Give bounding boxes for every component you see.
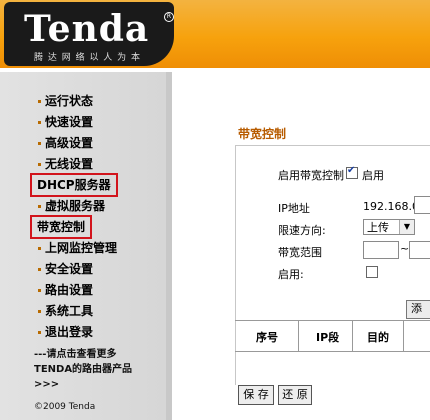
- enable-value-label: 启用: [362, 169, 384, 182]
- sidebar-item-routing[interactable]: 路由设置: [38, 281, 93, 299]
- bullet-icon: [38, 268, 41, 271]
- sidebar-item-monitor[interactable]: 上网监控管理: [38, 239, 117, 257]
- bullet-icon: [38, 142, 41, 145]
- sidebar-item-virtual-server[interactable]: 虚拟服务器: [38, 197, 105, 215]
- tenda-logo: Tenda R 腾 达 网 络 以 人 为 本: [4, 2, 174, 66]
- logo-tagline: 腾 达 网 络 以 人 为 本: [34, 53, 142, 63]
- enable-bandwidth-checkbox[interactable]: [346, 165, 358, 179]
- direction-select[interactable]: 上传 ▼: [363, 219, 415, 235]
- rule-enable-label: 启用:: [278, 268, 304, 281]
- sidebar-item-label: 快速设置: [45, 115, 94, 129]
- sidebar-item-logout[interactable]: 退出登录: [38, 323, 93, 341]
- header-bar: Tenda R 腾 达 网 络 以 人 为 本: [0, 0, 430, 68]
- chevron-down-icon: ▼: [399, 220, 414, 234]
- save-button[interactable]: 保 存: [238, 385, 274, 405]
- bullet-icon: [38, 205, 41, 208]
- sidebar-item-wireless[interactable]: 无线设置: [38, 155, 93, 173]
- panel-border-top: [235, 145, 430, 146]
- sidebar-item-label: 退出登录: [45, 325, 94, 339]
- page-title: 带宽控制: [238, 127, 287, 141]
- range-separator: ~: [400, 242, 410, 255]
- sidebar-item-status[interactable]: 运行状态: [38, 92, 93, 110]
- ip-address-input[interactable]: [414, 196, 430, 214]
- sidebar-item-quick-setup[interactable]: 快速设置: [38, 113, 93, 131]
- sidebar-item-advanced[interactable]: 高级设置: [38, 134, 93, 152]
- column-divider: [298, 321, 299, 351]
- bandwidth-min-input[interactable]: [363, 241, 399, 259]
- add-button[interactable]: 添: [406, 300, 430, 319]
- sidebar-item-bandwidth[interactable]: 带宽控制: [29, 215, 93, 239]
- sidebar-item-label: 系统工具: [45, 304, 94, 318]
- sidebar-item-label: 上网监控管理: [45, 241, 118, 255]
- sidebar-item-security[interactable]: 安全设置: [38, 260, 93, 278]
- logo-text: Tenda: [24, 8, 150, 50]
- copyright-text: ©2009 Tenda: [34, 402, 96, 412]
- ip-address-label: IP地址: [278, 202, 310, 215]
- bullet-icon: [38, 163, 41, 166]
- rule-enable-checkbox[interactable]: [366, 266, 378, 278]
- sidebar-item-label: 路由设置: [45, 283, 94, 297]
- column-divider: [403, 321, 404, 351]
- bullet-icon: [38, 247, 41, 250]
- bullet-icon: [38, 289, 41, 292]
- direction-label: 限速方向:: [278, 224, 326, 237]
- restore-button[interactable]: 还 原: [278, 385, 312, 405]
- column-header-ip-range: IP段: [316, 331, 340, 344]
- promo-link[interactable]: ---请点击查看更多 TENDA的路由器产品 >>>: [34, 347, 164, 392]
- bullet-icon: [38, 310, 41, 313]
- sidebar-item-label: DHCP服务器: [37, 178, 111, 192]
- column-header-index: 序号: [256, 331, 278, 344]
- bullet-icon: [38, 121, 41, 124]
- sidebar-item-system-tools[interactable]: 系统工具: [38, 302, 93, 320]
- sidebar-item-label: 安全设置: [45, 262, 94, 276]
- sidebar-item-dhcp[interactable]: DHCP服务器: [30, 173, 118, 197]
- sidebar-item-label: 高级设置: [45, 136, 94, 150]
- sidebar-item-label: 运行状态: [45, 94, 94, 108]
- sidebar-item-label: 虚拟服务器: [45, 199, 106, 213]
- bullet-icon: [38, 100, 41, 103]
- column-header-destination: 目的: [367, 331, 389, 344]
- bandwidth-max-input[interactable]: [409, 241, 430, 259]
- rules-table-header: 序号 IP段 目的: [235, 320, 430, 352]
- bandwidth-range-label: 带宽范围: [278, 246, 322, 259]
- promo-line: ---请点击查看更多: [34, 349, 117, 360]
- registered-mark-icon: R: [164, 12, 174, 22]
- direction-selected-value: 上传: [367, 221, 389, 234]
- sidebar-item-label: 带宽控制: [37, 220, 86, 234]
- promo-line: TENDA的路由器产品: [34, 364, 133, 375]
- promo-arrow: >>>: [34, 379, 60, 390]
- enable-bandwidth-label: 启用带宽控制: [278, 169, 344, 182]
- bullet-icon: [38, 331, 41, 334]
- sidebar-item-label: 无线设置: [45, 157, 94, 171]
- column-divider: [352, 321, 353, 351]
